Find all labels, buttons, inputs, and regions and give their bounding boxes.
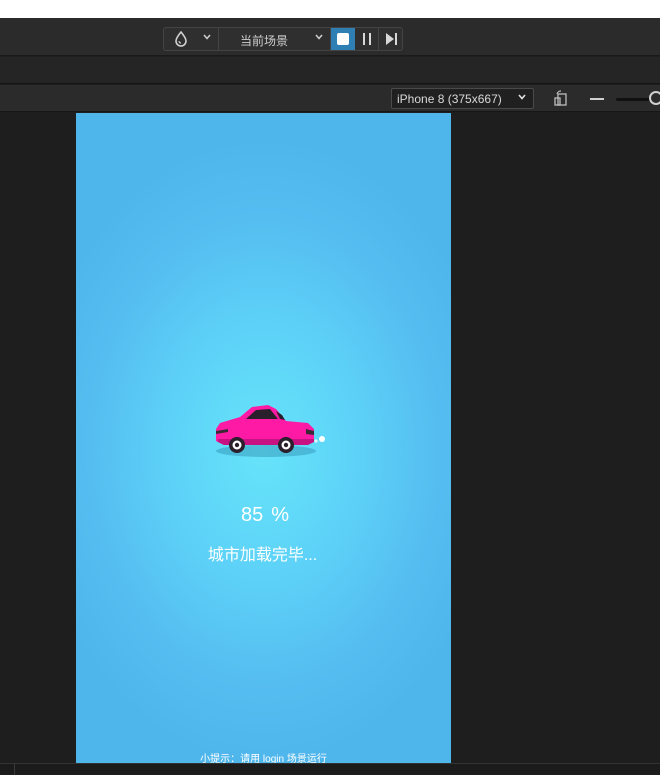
rotate-device-icon[interactable]: [553, 89, 569, 107]
device-select-label: iPhone 8 (375x667): [397, 92, 502, 106]
drop-icon: [174, 30, 188, 50]
pause-button[interactable]: [355, 28, 379, 50]
scene-workspace: 85% 城市加载完毕... 小提示：请用 login 场景运行: [0, 113, 660, 763]
stop-button[interactable]: [331, 28, 355, 50]
game-preview[interactable]: 85% 城市加载完毕... 小提示：请用 login 场景运行: [76, 113, 451, 763]
car-icon: [216, 405, 325, 457]
zoom-slider-knob[interactable]: [649, 91, 660, 105]
hint-text: 小提示：请用 login 场景运行: [200, 754, 327, 763]
scene-select[interactable]: 当前场景: [219, 28, 331, 50]
device-select[interactable]: iPhone 8 (375x667): [391, 88, 534, 109]
progress-value: 85: [240, 504, 264, 526]
loading-status: 城市加载完毕...: [207, 547, 318, 564]
chevron-down-icon: [314, 32, 324, 45]
chevron-down-icon: [517, 92, 527, 105]
play-controls-group: 当前场景: [163, 27, 403, 51]
tab-band: [0, 57, 660, 84]
progress-unit: %: [271, 504, 290, 526]
stop-icon: [337, 33, 349, 45]
window-top-strip: [0, 0, 660, 18]
scene-select-label: 当前场景: [240, 34, 289, 48]
engine-select[interactable]: [164, 28, 219, 50]
preview-toolbar: iPhone 8 (375x667): [0, 85, 660, 112]
loading-progress: 85%: [76, 504, 451, 527]
chevron-down-icon: [202, 32, 212, 45]
minus-icon[interactable]: [590, 98, 604, 100]
editor-toolbar: 当前场景: [0, 18, 660, 56]
step-button[interactable]: [379, 28, 403, 50]
status-bar: [0, 763, 660, 775]
divider: [14, 764, 15, 775]
